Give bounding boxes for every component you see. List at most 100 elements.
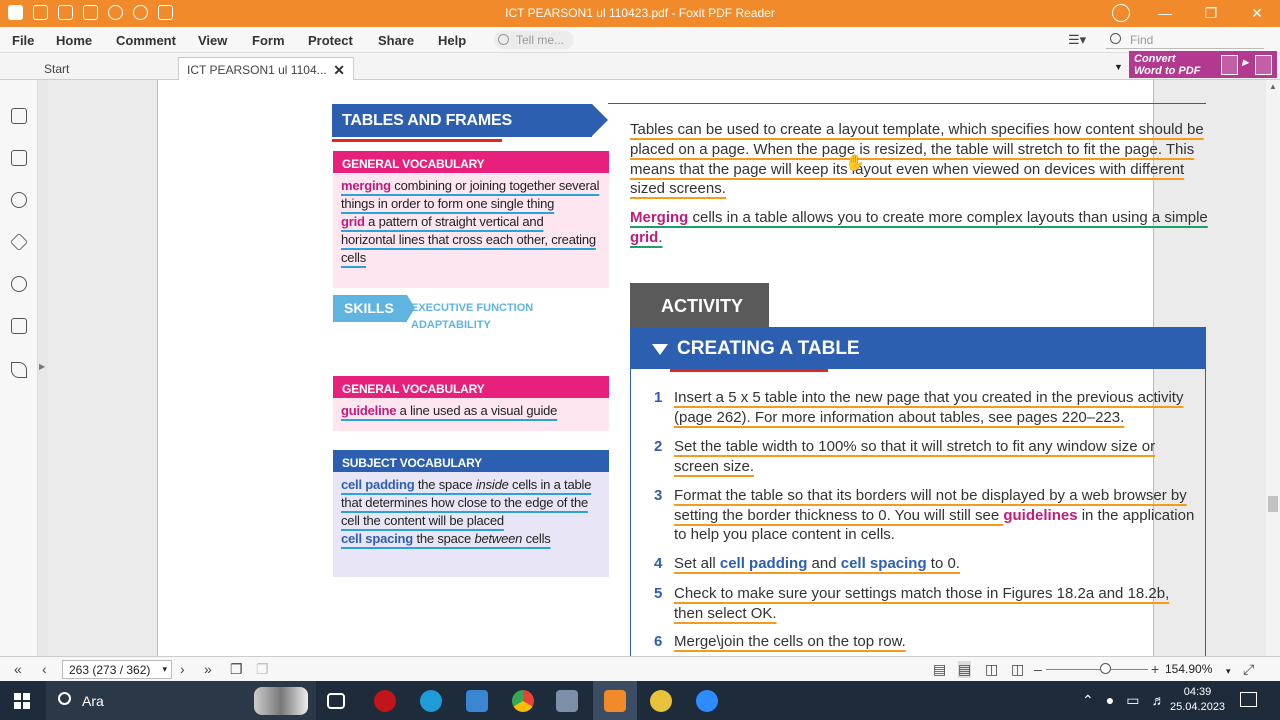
title-bar: ICT PEARSON1 ul 110423.pdf - Foxit PDF R…: [0, 0, 1280, 27]
step-text: Set the table width to 100% so that it w…: [674, 438, 1156, 475]
user-account-icon[interactable]: [1112, 4, 1130, 22]
ribbon-options-icon[interactable]: ☰▾: [1068, 32, 1086, 48]
foxit-taskbar-button[interactable]: [593, 681, 637, 720]
tab-start-label: Start: [44, 62, 70, 76]
windows-start-icon[interactable]: [14, 693, 30, 709]
triangle-down-icon: [652, 344, 668, 355]
skills-list: EXECUTIVE FUNCTION ADAPTABILITY: [411, 300, 533, 334]
skills-tag: SKILLS: [333, 295, 415, 322]
red-underline: [332, 139, 502, 142]
step-text: Set all: [674, 555, 720, 572]
comments-icon[interactable]: [11, 192, 27, 208]
app-yellow-icon[interactable]: [650, 690, 672, 712]
page-number-input[interactable]: 263 (273 / 362) ▾: [62, 660, 172, 679]
menu-view[interactable]: View: [198, 33, 227, 48]
fullscreen-icon[interactable]: ⤢: [1243, 661, 1254, 678]
step-text: to 0.: [926, 555, 960, 572]
pdf-page: TABLES AND FRAMES GENERAL VOCABULARY mer…: [157, 80, 1208, 656]
edge-browser-icon[interactable]: [420, 690, 442, 712]
close-button[interactable]: ✕: [1234, 0, 1280, 27]
volume-icon[interactable]: ♬: [1151, 692, 1165, 709]
previous-page-icon[interactable]: ‹: [42, 661, 47, 677]
attachments-icon[interactable]: [11, 276, 27, 292]
activity-step: 5 Check to make sure your settings match …: [654, 584, 1200, 623]
next-view-icon[interactable]: ❐: [256, 661, 269, 678]
taskbar-search[interactable]: Ara: [46, 681, 316, 720]
expand-panel-icon[interactable]: ▶: [39, 362, 45, 371]
network-app-icon[interactable]: [556, 690, 578, 712]
search-icon: [1110, 33, 1121, 44]
find-input[interactable]: Find: [1106, 31, 1264, 49]
zoom-app-icon[interactable]: [696, 690, 718, 712]
bookmark-icon[interactable]: [11, 108, 27, 124]
battery-icon[interactable]: ▭: [1126, 692, 1139, 709]
previous-view-icon[interactable]: ❐: [230, 661, 243, 678]
highlighted-term: grid: [630, 228, 659, 246]
tab-document[interactable]: ICT PEARSON1 ul 1104... ✕: [178, 57, 354, 80]
signature-icon[interactable]: [11, 362, 27, 378]
menu-comment[interactable]: Comment: [116, 33, 176, 48]
convert-word-to-pdf-ad[interactable]: Convert Word to PDF ▸: [1129, 51, 1277, 78]
vocab-header: SUBJECT VOCABULARY: [333, 450, 609, 472]
chevron-down-icon[interactable]: ▾: [162, 664, 167, 675]
menu-protect[interactable]: Protect: [308, 33, 353, 48]
status-bar: « ‹ 263 (273 / 362) ▾ › » ❐ ❐ ▤ ▤ ◫ ◫ – +…: [0, 656, 1280, 681]
first-page-icon[interactable]: «: [14, 661, 22, 677]
vocab-definition: a pattern of straight vertical and horiz…: [341, 214, 596, 265]
intro-text: Tables can be used to create a layout te…: [630, 121, 1204, 198]
single-page-icon[interactable]: ▤: [933, 661, 946, 678]
microphone-icon[interactable]: ●: [1106, 692, 1114, 709]
facing-pages-icon[interactable]: ◫: [985, 661, 998, 678]
notifications-icon[interactable]: [1240, 692, 1257, 707]
zoom-level[interactable]: 154.90%: [1165, 662, 1212, 676]
system-clock[interactable]: 04:39 25.04.2023: [1170, 685, 1225, 715]
menu-file[interactable]: File: [12, 33, 34, 48]
navigation-panel: [0, 80, 38, 656]
word-doc-icon: [1221, 55, 1238, 75]
vocab-body: cell padding the space inside cells in a…: [333, 472, 609, 552]
layers-icon[interactable]: [9, 232, 29, 252]
arrow-icon: ▸: [1242, 55, 1249, 69]
activity-header: CREATING A TABLE: [631, 328, 1205, 369]
chrome-icon[interactable]: [512, 690, 534, 712]
vocab-term: merging: [341, 178, 391, 193]
scrollbar-thumb[interactable]: [1268, 496, 1278, 512]
menu-bar: File Home Comment View Form Protect Shar…: [0, 27, 1280, 53]
menu-form[interactable]: Form: [252, 33, 285, 48]
continuous-facing-icon[interactable]: ◫: [1011, 661, 1024, 678]
app-red-icon[interactable]: [374, 690, 396, 712]
zoom-dropdown-icon[interactable]: ▾: [1226, 666, 1231, 677]
menu-share[interactable]: Share: [378, 33, 414, 48]
zoom-slider-track[interactable]: [1046, 669, 1148, 670]
next-page-icon[interactable]: ›: [180, 661, 185, 677]
last-page-icon[interactable]: »: [204, 661, 212, 677]
zoom-out-icon[interactable]: –: [1034, 661, 1042, 677]
show-hidden-icons[interactable]: ⌃: [1082, 692, 1094, 709]
document-viewer[interactable]: TABLES AND FRAMES GENERAL VOCABULARY mer…: [48, 80, 1266, 656]
find-placeholder: Find: [1130, 33, 1154, 47]
continuous-page-icon[interactable]: ▤: [958, 661, 972, 678]
scroll-up-icon[interactable]: ▲: [1269, 82, 1277, 91]
close-tab-icon[interactable]: ✕: [333, 62, 345, 79]
task-view-icon[interactable]: [327, 693, 345, 709]
tell-me-search[interactable]: Tell me...: [494, 31, 574, 49]
zoom-in-icon[interactable]: +: [1151, 661, 1159, 677]
menu-help[interactable]: Help: [438, 33, 466, 48]
menu-home[interactable]: Home: [56, 33, 92, 48]
tab-start[interactable]: Start: [36, 57, 176, 80]
vertical-scrollbar[interactable]: ▲: [1266, 80, 1280, 656]
zoom-slider-knob[interactable]: [1100, 663, 1111, 674]
minimize-button[interactable]: —: [1142, 0, 1188, 27]
lightbulb-icon: [498, 34, 509, 45]
vocab-body: merging combining or joining together se…: [333, 173, 609, 271]
restore-button[interactable]: ❐: [1188, 0, 1234, 27]
security-lock-icon[interactable]: [11, 318, 27, 334]
hand-cursor-icon: ✋: [845, 155, 865, 172]
vocab-definition: the space: [413, 531, 475, 546]
windows-taskbar: Ara ⌃ ● ▭ ♬ 04:39 25.04.2023: [0, 681, 1280, 720]
page-thumbnails-icon[interactable]: [11, 150, 27, 166]
mail-icon[interactable]: [466, 690, 488, 712]
tab-list-dropdown-icon[interactable]: ▼: [1114, 62, 1123, 72]
general-vocabulary-box: GENERAL VOCABULARY merging combining or …: [333, 151, 609, 288]
vocab-emphasis: between: [474, 531, 523, 546]
